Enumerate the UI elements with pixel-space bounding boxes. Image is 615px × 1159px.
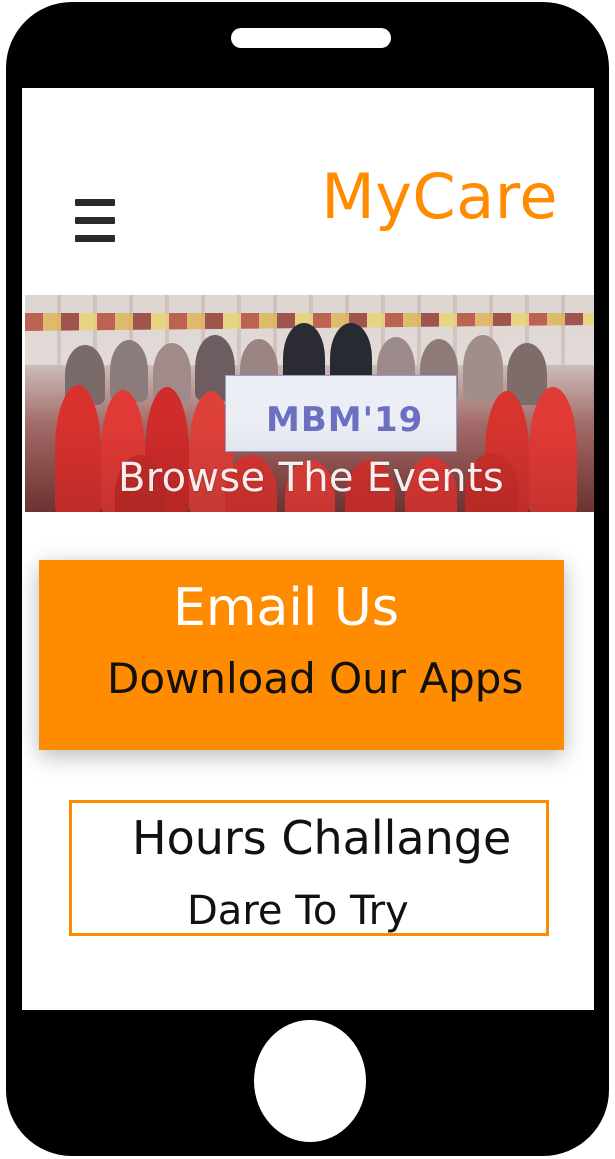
phone-screen: MyCare MBM'19 Browse The Events Email Us…	[22, 88, 594, 1010]
hamburger-menu-icon[interactable]	[75, 199, 115, 243]
phone-frame: MyCare MBM'19 Browse The Events Email Us…	[6, 2, 609, 1156]
brand-title: MyCare	[321, 160, 558, 233]
menu-bar-top	[75, 199, 115, 206]
email-download-card[interactable]: Email Us Download Our Apps	[39, 560, 564, 750]
dare-to-try-link[interactable]: Dare To Try	[187, 891, 409, 931]
menu-bar-bottom	[75, 235, 115, 242]
hours-challenge-title: Hours Challange	[132, 811, 512, 865]
events-hero-banner[interactable]: MBM'19 Browse The Events	[25, 295, 594, 512]
hours-challenge-card[interactable]: Hours Challange Dare To Try	[69, 800, 549, 936]
speaker-slot	[231, 28, 391, 48]
email-us-link[interactable]: Email Us	[173, 582, 399, 634]
home-button[interactable]	[254, 1020, 366, 1142]
download-apps-link[interactable]: Download Our Apps	[107, 658, 523, 700]
browse-events-link[interactable]: Browse The Events	[25, 455, 594, 501]
menu-bar-middle	[75, 217, 115, 224]
